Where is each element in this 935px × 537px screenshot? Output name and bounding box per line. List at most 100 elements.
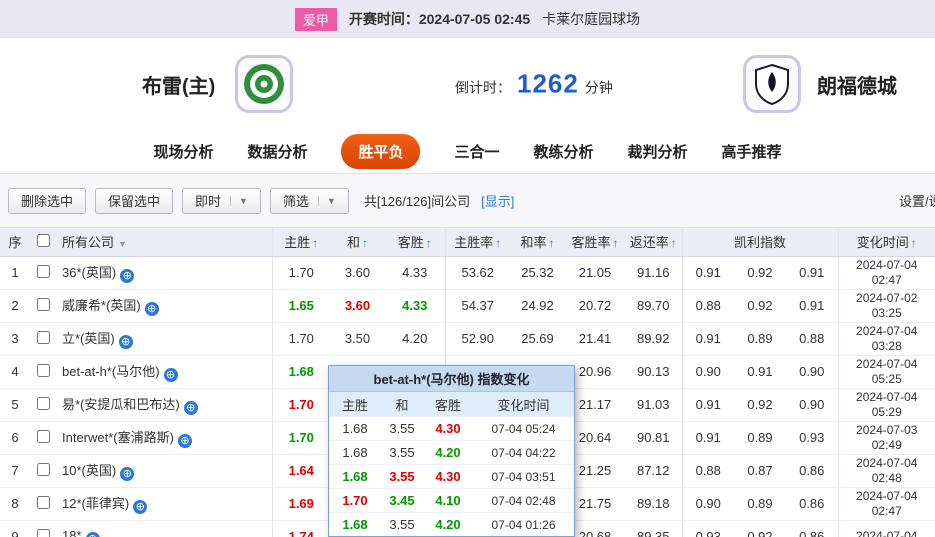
globe-icon[interactable]: ⊕ (163, 368, 178, 382)
home-odds[interactable]: 1.70 (272, 388, 330, 422)
company-cell[interactable]: 易*(安提瓜和巴布达) ⊕ (56, 388, 273, 422)
globe-icon[interactable]: ⊕ (183, 401, 198, 415)
kelly-away: 0.86 (786, 520, 839, 537)
popup-change-time: 07-04 01:26 (491, 517, 556, 532)
company-cell[interactable]: 威廉希*(英国) ⊕ (56, 289, 273, 323)
filter-dropdown-label: 筛选 (282, 194, 309, 209)
company-name: 36*(英国) (62, 265, 117, 280)
draw-odds[interactable]: 3.60 (330, 256, 385, 290)
draw-odds[interactable]: 3.60 (330, 289, 385, 323)
home-odds[interactable]: 1.65 (272, 289, 330, 323)
home-odds[interactable]: 1.70 (272, 256, 330, 290)
header-draw-rate[interactable]: 和率 ↑ (510, 228, 565, 257)
tab-item[interactable]: 数据分析 (247, 141, 307, 162)
row-checkbox[interactable] (36, 264, 50, 278)
tab-item[interactable]: 裁判分析 (628, 141, 688, 162)
company-cell[interactable]: bet-at-h*(马尔他) ⊕ (56, 355, 273, 389)
keep-selected-button[interactable]: 保留选中 (95, 187, 174, 214)
row-checkbox[interactable] (36, 330, 50, 344)
home-team-group: 布雷(主) (142, 55, 294, 113)
header-company[interactable]: 所有公司 ▼ (56, 228, 273, 257)
tab-item-active[interactable]: 胜平负 (341, 134, 421, 169)
row-checkbox[interactable] (36, 528, 50, 537)
header-draw-odds[interactable]: 和 ↑ (330, 228, 385, 257)
popup-away-odds: 4.20 (435, 517, 461, 532)
header-checkbox-cell (30, 228, 56, 257)
settings-link[interactable]: 设置/说明 (899, 191, 935, 210)
globe-icon[interactable]: ⊕ (177, 434, 192, 448)
header-seq: 序 (0, 228, 30, 257)
kelly-away: 0.90 (786, 388, 839, 422)
table-row[interactable]: 3 立*(英国) ⊕ 1.70 3.50 4.20 52.90 25.69 21.41 89.92… (0, 322, 935, 356)
popup-home-odds: 1.68 (342, 421, 368, 436)
company-cell[interactable]: 立*(英国) ⊕ (56, 322, 273, 356)
globe-icon[interactable]: ⊕ (120, 467, 135, 481)
return-rate: 90.81 (625, 421, 683, 455)
globe-icon[interactable]: ⊕ (120, 269, 135, 283)
popup-change-time: 07-04 02:48 (491, 493, 556, 508)
kelly-away: 0.88 (786, 322, 839, 356)
row-checkbox[interactable] (36, 462, 50, 476)
row-checkbox[interactable] (36, 429, 50, 443)
delete-selected-button[interactable]: 删除选中 (8, 187, 87, 214)
popup-away-odds: 4.30 (435, 421, 461, 436)
draw-odds[interactable]: 3.50 (330, 322, 385, 356)
show-link[interactable]: [显示] (481, 191, 514, 210)
home-odds[interactable]: 1.74 (272, 520, 330, 537)
countdown-label: 倒计时： (455, 79, 511, 96)
change-time: 2024-07-04 05:25 (838, 355, 935, 389)
kelly-home: 0.91 (682, 388, 734, 422)
away-odds[interactable]: 4.20 (385, 322, 446, 356)
away-team-group: 朗福德城 (743, 55, 897, 113)
row-seq: 9 (0, 520, 30, 537)
header-return-rate[interactable]: 返还率 ↑ (625, 228, 683, 257)
away-odds[interactable]: 4.33 (385, 289, 446, 323)
home-odds[interactable]: 1.70 (272, 421, 330, 455)
row-checkbox[interactable] (36, 396, 50, 410)
kelly-home: 0.91 (682, 256, 734, 290)
popup-change-time: 07-04 05:24 (491, 421, 556, 436)
row-checkbox[interactable] (36, 363, 50, 377)
change-time: 2024-07-04 02:47 (838, 487, 935, 521)
header-home-odds[interactable]: 主胜 ↑ (272, 228, 330, 257)
globe-icon[interactable]: ⊕ (133, 500, 148, 514)
home-odds[interactable]: 1.69 (272, 487, 330, 521)
row-checkbox[interactable] (36, 495, 50, 509)
globe-icon[interactable]: ⊕ (144, 302, 159, 316)
header-change-time[interactable]: 变化时间 ↑ (838, 228, 935, 257)
kelly-draw: 0.89 (734, 322, 786, 356)
company-cell[interactable]: 18*⊕ (56, 520, 273, 537)
filter-icon[interactable]: ▼ (118, 239, 127, 249)
row-checkbox[interactable] (36, 297, 50, 311)
tab-item[interactable]: 教练分析 (534, 141, 594, 162)
company-cell[interactable]: 36*(英国) ⊕ (56, 256, 273, 290)
company-cell[interactable]: Interwet*(塞浦路斯) ⊕ (56, 421, 273, 455)
globe-icon[interactable]: ⊕ (118, 335, 133, 349)
table-row[interactable]: 2 威廉希*(英国) ⊕ 1.65 3.60 4.33 54.37 24.92 20.72 89.… (0, 289, 935, 323)
header-home-rate[interactable]: 主胜率 ↑ (445, 228, 510, 257)
table-row[interactable]: 1 36*(英国) ⊕ 1.70 3.60 4.33 53.62 25.32 21.05 91.1… (0, 256, 935, 290)
home-odds[interactable]: 1.70 (272, 322, 330, 356)
away-odds[interactable]: 4.33 (385, 256, 446, 290)
company-name: 18* (62, 527, 82, 537)
select-all-checkbox[interactable] (36, 233, 50, 247)
globe-icon[interactable]: ⊕ (85, 531, 100, 537)
kelly-home: 0.91 (682, 322, 734, 356)
company-cell[interactable]: 12*(菲律宾) ⊕ (56, 487, 273, 521)
kelly-away: 0.90 (786, 355, 839, 389)
header-kelly[interactable]: 凯利指数 (682, 228, 839, 257)
league-tag[interactable]: 爱甲 (294, 7, 337, 31)
filter-dropdown[interactable]: 筛选 ▼ (269, 187, 349, 214)
company-cell[interactable]: 10*(英国) ⊕ (56, 454, 273, 488)
live-dropdown[interactable]: 即时 ▼ (182, 187, 261, 214)
row-checkbox-cell (30, 421, 56, 455)
row-checkbox-cell (30, 289, 56, 323)
home-odds[interactable]: 1.68 (272, 355, 330, 389)
home-odds[interactable]: 1.64 (272, 454, 330, 488)
header-away-odds[interactable]: 客胜 ↑ (385, 228, 446, 257)
popup-history-row: 1.68 3.55 4.30 07-04 03:51 (329, 464, 574, 488)
header-away-rate[interactable]: 客胜率 ↑ (565, 228, 625, 257)
tab-item[interactable]: 现场分析 (153, 141, 213, 162)
tab-item[interactable]: 高手推荐 (722, 141, 782, 162)
tab-item[interactable]: 三合一 (454, 141, 499, 162)
